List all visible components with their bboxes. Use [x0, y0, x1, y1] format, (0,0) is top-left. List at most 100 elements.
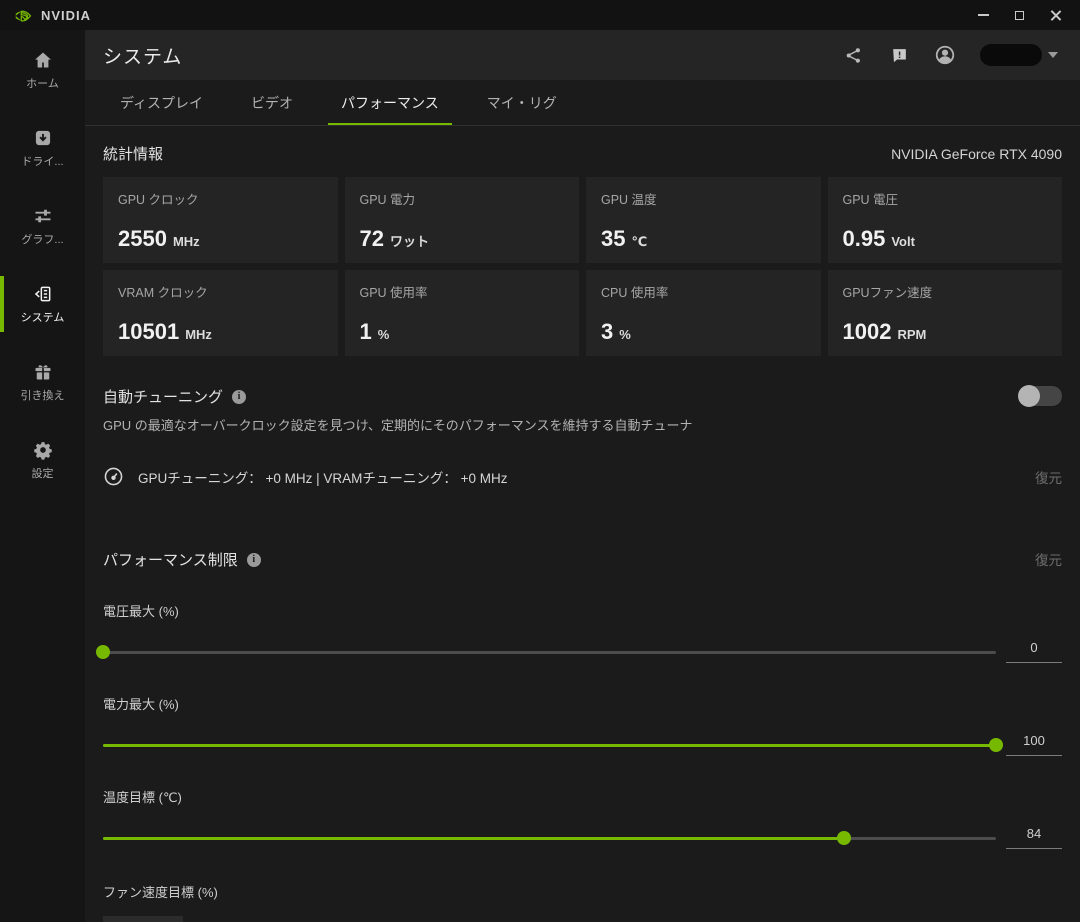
stat-card-cpu-usage: CPU 使用率 3% [586, 270, 821, 356]
system-icon [32, 283, 54, 305]
maximize-button[interactable] [1006, 4, 1032, 26]
share-button[interactable] [842, 44, 864, 66]
close-icon [1050, 10, 1061, 21]
stat-label: GPU 温度 [601, 189, 806, 208]
stat-card-vram-clock: VRAM クロック 10501MHz [103, 270, 338, 356]
sidebar-item-system[interactable]: システム [0, 274, 85, 334]
slider-row: 84 [103, 826, 1062, 849]
sidebar-item-settings[interactable]: 設定 [0, 430, 85, 490]
stat-card-gpu-clock: GPU クロック 2550 MHz [103, 177, 338, 263]
home-icon [32, 49, 54, 71]
sidebar-item-redeem[interactable]: 引き換え [0, 352, 85, 412]
stat-value: 2550 [118, 226, 167, 251]
gauge-icon [103, 466, 124, 487]
auto-tuning-title: 自動チューニング [103, 386, 223, 407]
stat-value-row: 0.95Volt [843, 228, 1048, 251]
sidebar-item-graphics[interactable]: グラフ... [0, 196, 85, 256]
stats-header: 統計情報 NVIDIA GeForce RTX 4090 [103, 143, 1062, 164]
performance-limits-title: パフォーマンス制限 [103, 549, 238, 570]
tab-my-rig[interactable]: マイ・リグ [470, 80, 574, 125]
stat-value: 1002 [843, 319, 892, 344]
sidebar-item-label: システム [21, 309, 65, 325]
power-max-slider[interactable] [103, 738, 996, 752]
stat-unit: ワット [390, 234, 429, 249]
stat-card-gpu-temp: GPU 温度 35 ℃ [586, 177, 821, 263]
stats-section-title: 統計情報 [103, 143, 163, 164]
temp-target-group: 温度目標 (℃) 84 [103, 787, 1062, 849]
avatar-icon[interactable] [934, 44, 956, 66]
sidebar-item-label: ホーム [26, 75, 59, 91]
stat-unit: ℃ [631, 234, 647, 249]
fan-target-dropdown[interactable]: 自動 [103, 916, 183, 922]
stat-card-gpu-usage: GPU 使用率 1% [345, 270, 580, 356]
tuning-status-row: GPUチューニング： +0 MHz | VRAMチューニング： +0 MHz 復… [103, 466, 1062, 487]
sidebar-item-label: ドライ... [21, 153, 63, 169]
stat-value-row: 10501MHz [118, 321, 323, 344]
auto-tuning-header: 自動チューニング GPU の最適なオーバークロック設定を見つけ、定期的にそのパフ… [103, 386, 1062, 434]
voltage-max-group: 電圧最大 (%) 0 [103, 601, 1062, 663]
titlebar: NVIDIA [0, 0, 1080, 30]
slider-row: 0 [103, 640, 1062, 663]
account-menu[interactable] [980, 44, 1058, 66]
voltage-max-value[interactable]: 0 [1006, 640, 1062, 663]
stat-unit: MHz [173, 234, 200, 249]
stat-value-row: 1002RPM [843, 321, 1048, 344]
slider-handle[interactable] [96, 645, 110, 659]
slider-handle[interactable] [989, 738, 1003, 752]
performance-limits-header: パフォーマンス制限 復元 [103, 549, 1062, 570]
stat-label: GPU 電圧 [843, 189, 1048, 208]
auto-tuning-title-block: 自動チューニング GPU の最適なオーバークロック設定を見つけ、定期的にそのパフ… [103, 386, 692, 434]
voltage-max-slider[interactable] [103, 645, 996, 659]
chevron-down-icon [1048, 52, 1058, 58]
stat-value: 35 [601, 226, 625, 251]
stat-value-row: 2550 MHz [118, 228, 323, 251]
sidebar-item-label: グラフ... [21, 231, 63, 247]
page-title: システム [103, 42, 182, 69]
nvidia-app-window: NVIDIA ホーム ドライ... グラフ... [0, 0, 1080, 922]
stat-value: 72 [360, 226, 384, 251]
info-icon[interactable] [247, 553, 261, 567]
power-max-value[interactable]: 100 [1006, 733, 1062, 756]
stat-unit: % [619, 327, 631, 342]
feedback-button[interactable] [888, 44, 910, 66]
performance-limits-section: パフォーマンス制限 復元 電圧最大 (%) 0 [103, 549, 1062, 922]
temp-target-slider[interactable] [103, 831, 996, 845]
tab-video[interactable]: ビデオ [234, 80, 310, 125]
sidebar-item-drivers[interactable]: ドライ... [0, 118, 85, 178]
driver-download-icon [32, 127, 54, 149]
stat-label: GPU 使用率 [360, 282, 565, 301]
stat-label: GPUファン速度 [843, 282, 1048, 301]
slider-label: 電力最大 (%) [103, 694, 1062, 713]
slider-handle[interactable] [837, 831, 851, 845]
auto-tuning-toggle[interactable] [1020, 386, 1062, 406]
content: 統計情報 NVIDIA GeForce RTX 4090 GPU クロック 25… [85, 126, 1080, 922]
auto-tuning-title-row: 自動チューニング [103, 386, 692, 407]
stat-label: GPU 電力 [360, 189, 565, 208]
gift-icon [32, 361, 54, 383]
stat-value: 3 [601, 319, 613, 344]
tab-display[interactable]: ディスプレイ [103, 80, 220, 125]
minimize-button[interactable] [970, 4, 996, 26]
stat-label: GPU クロック [118, 189, 323, 208]
gpu-name: NVIDIA GeForce RTX 4090 [891, 146, 1062, 162]
window-controls [970, 4, 1068, 26]
stat-card-fan-speed: GPUファン速度 1002RPM [828, 270, 1063, 356]
temp-target-value[interactable]: 84 [1006, 826, 1062, 849]
sidebar-item-home[interactable]: ホーム [0, 40, 85, 100]
close-button[interactable] [1042, 4, 1068, 26]
account-name-redacted [980, 44, 1042, 66]
stat-value: 0.95 [843, 226, 886, 251]
info-icon[interactable] [232, 390, 246, 404]
brand: NVIDIA [14, 8, 91, 23]
slider-track [103, 651, 996, 654]
sidebar-item-label: 設定 [32, 465, 54, 481]
auto-tuning-section: 自動チューニング GPU の最適なオーバークロック設定を見つけ、定期的にそのパフ… [103, 386, 1062, 487]
auto-tuning-restore-button[interactable]: 復元 [1035, 467, 1062, 487]
tab-performance[interactable]: パフォーマンス [324, 80, 456, 125]
maximize-icon [1015, 11, 1024, 20]
slider-row: 100 [103, 733, 1062, 756]
stat-value-row: 35 ℃ [601, 228, 806, 251]
stat-unit: MHz [185, 327, 212, 342]
auto-tuning-description: GPU の最適なオーバークロック設定を見つけ、定期的にそのパフォーマンスを維持す… [103, 415, 692, 434]
performance-limits-restore-button[interactable]: 復元 [1035, 549, 1062, 569]
